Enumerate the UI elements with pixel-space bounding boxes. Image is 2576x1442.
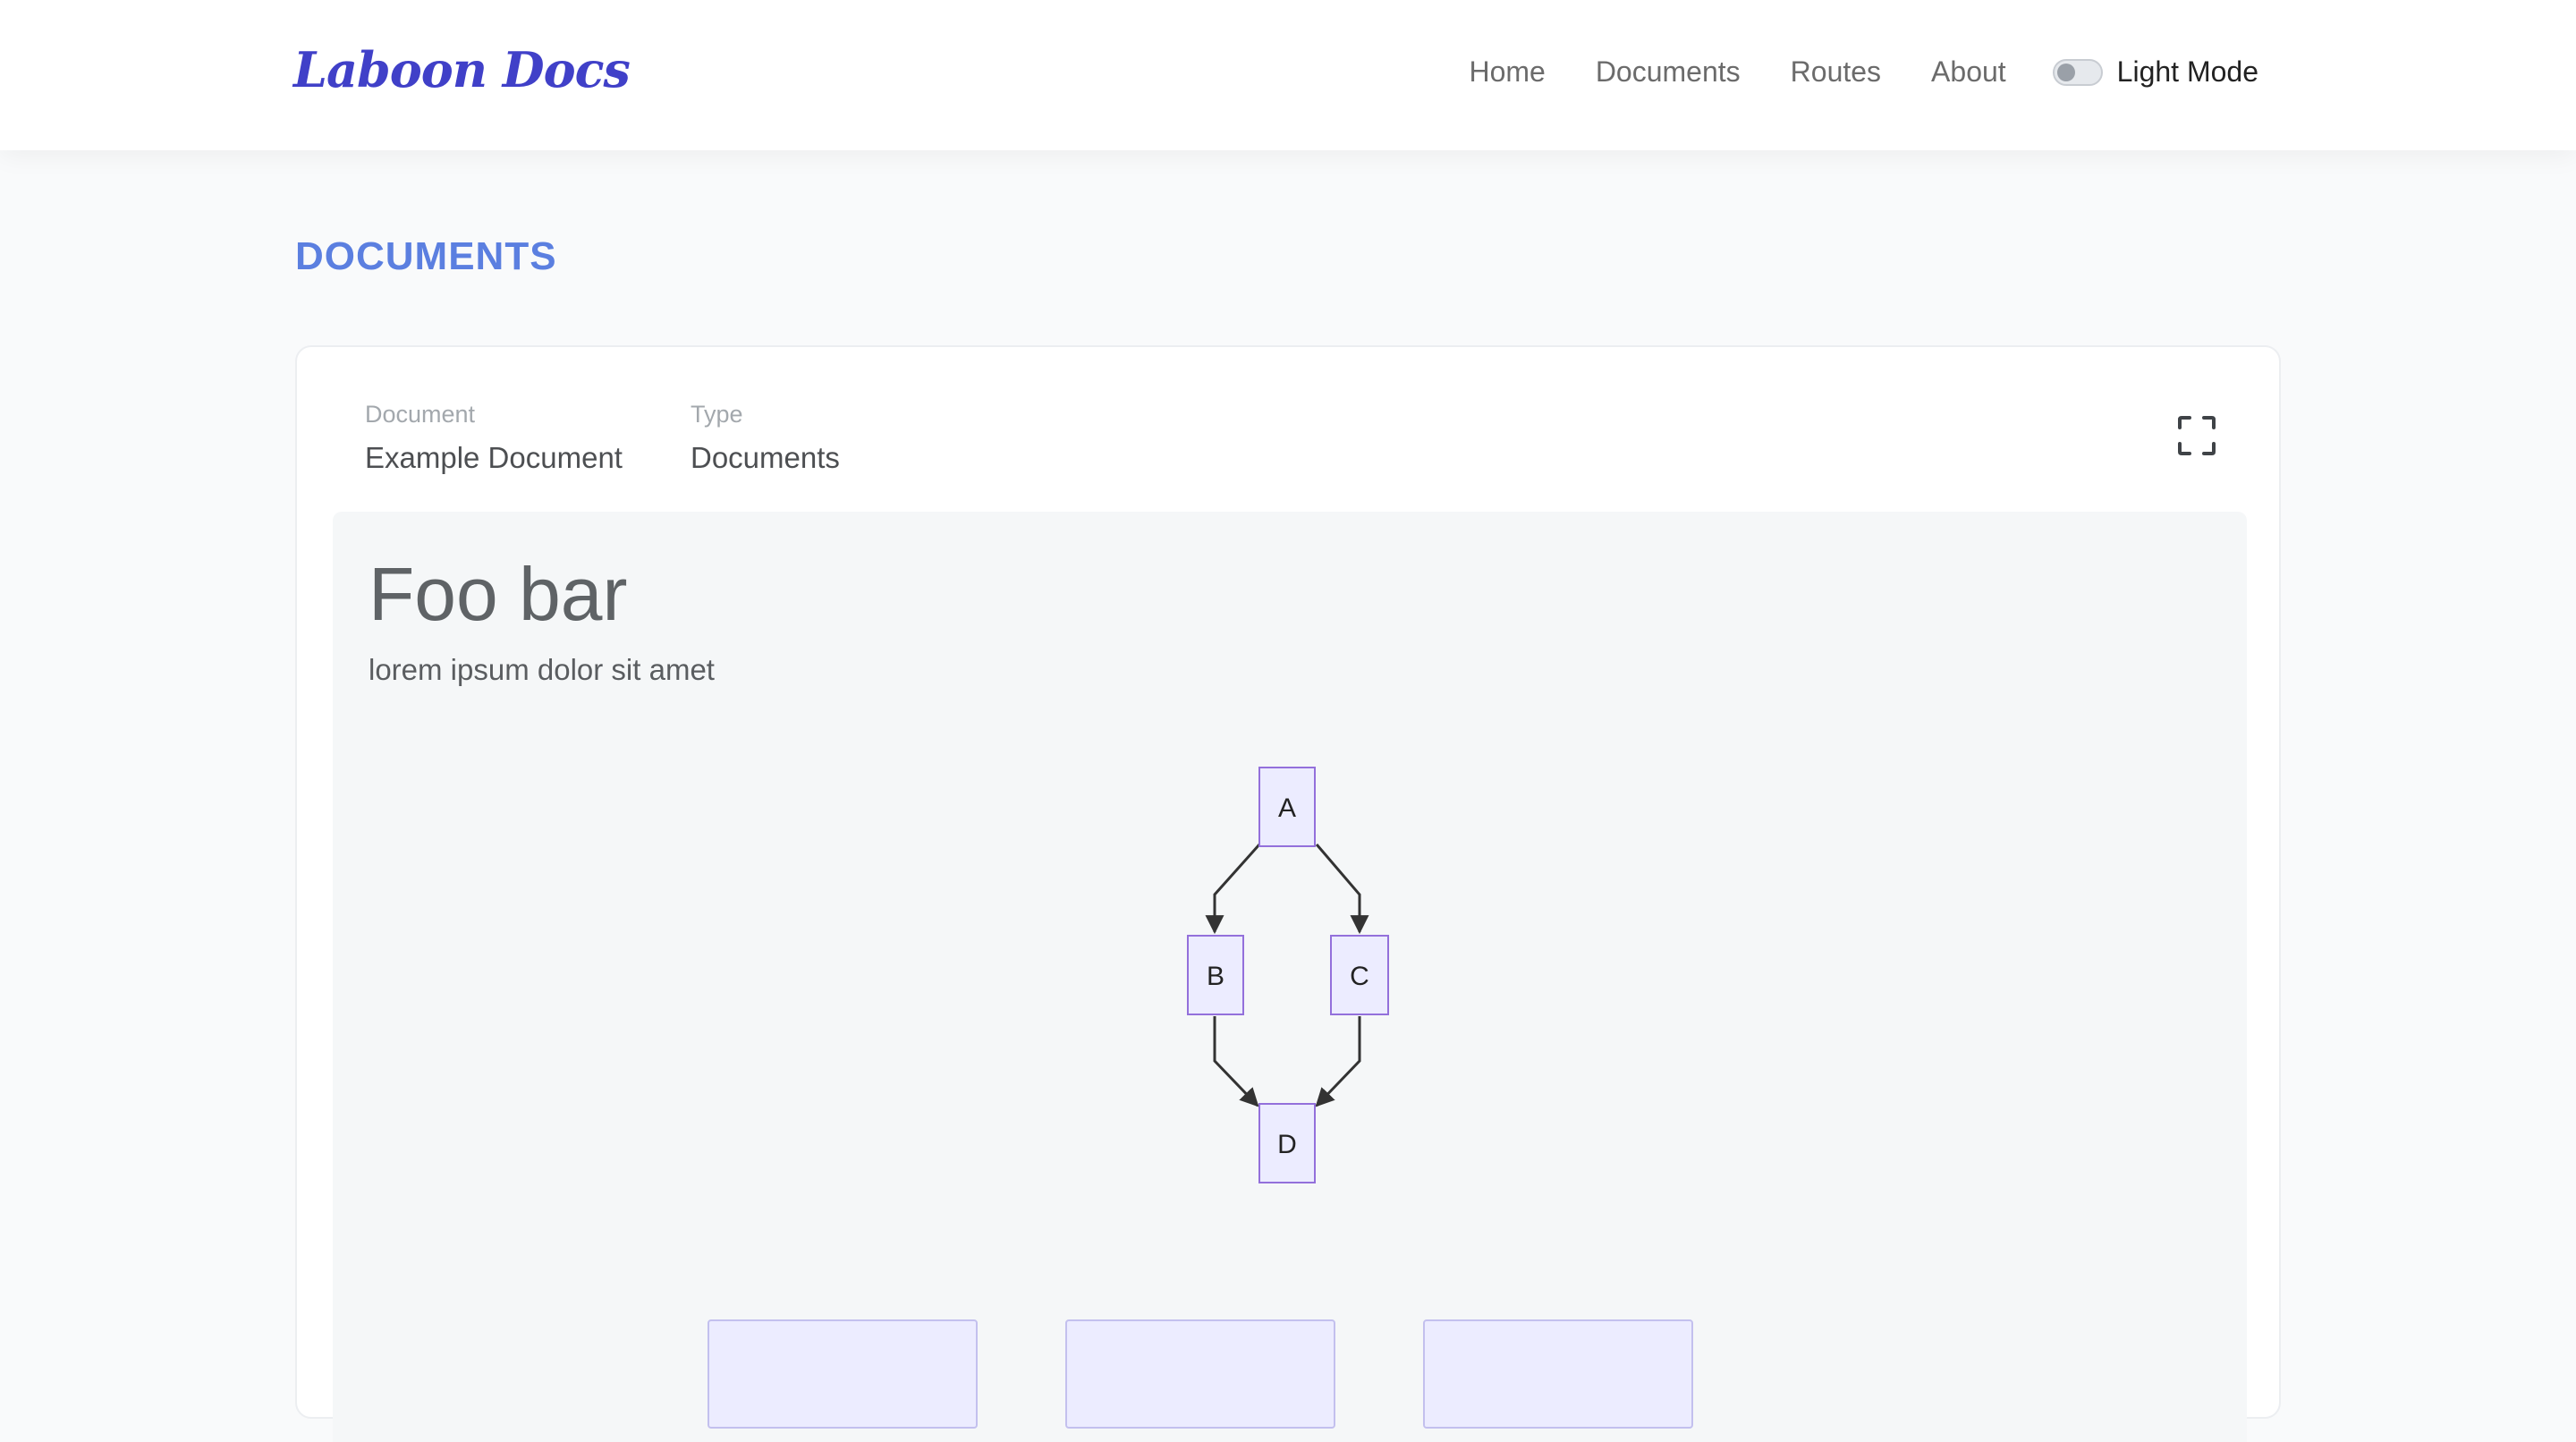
edge-a-b	[1205, 844, 1261, 935]
edge-c-d	[1315, 1016, 1361, 1107]
edge-a-c	[1315, 844, 1369, 935]
fullscreen-icon[interactable]	[2177, 415, 2216, 456]
document-card: Document Example Document Type Documents…	[295, 345, 2281, 1442]
page-title: DOCUMENTS	[295, 234, 557, 278]
type-value: Documents	[691, 441, 840, 474]
site-logo[interactable]: Laboon Docs	[293, 41, 631, 98]
nav-link-about[interactable]: About	[1931, 55, 2006, 89]
node-a-label: A	[1278, 793, 1296, 823]
document-name: Example Document	[365, 441, 623, 474]
edge-b-d	[1213, 1016, 1259, 1107]
nav-link-home[interactable]: Home	[1469, 55, 1545, 89]
document-content: Foo bar lorem ipsum dolor sit amet A B C…	[333, 512, 2247, 1442]
type-label: Type	[691, 401, 743, 428]
node-c-label: C	[1350, 962, 1369, 991]
node-d-label: D	[1277, 1130, 1297, 1159]
nav-link-documents[interactable]: Documents	[1596, 55, 1741, 89]
theme-mode-label: Light Mode	[2116, 55, 2258, 88]
nav-link-routes[interactable]: Routes	[1791, 55, 1881, 89]
diagram-box-3	[1423, 1319, 1693, 1429]
toggle-knob	[2056, 63, 2075, 81]
diagram-box-2	[1065, 1319, 1335, 1429]
document-label: Document	[365, 401, 476, 428]
type-meta: Type Documents	[691, 401, 840, 475]
theme-toggle[interactable]	[2052, 58, 2103, 86]
flowchart-diagram: A B C D	[708, 767, 1693, 1429]
top-navbar: Laboon Docs Home Documents Routes About …	[0, 0, 2576, 150]
diagram-box-1	[708, 1319, 978, 1429]
node-b-label: B	[1207, 962, 1224, 991]
document-meta: Document Example Document	[365, 401, 623, 475]
nav-links: Home Documents Routes About Light Mode	[1469, 55, 2258, 89]
